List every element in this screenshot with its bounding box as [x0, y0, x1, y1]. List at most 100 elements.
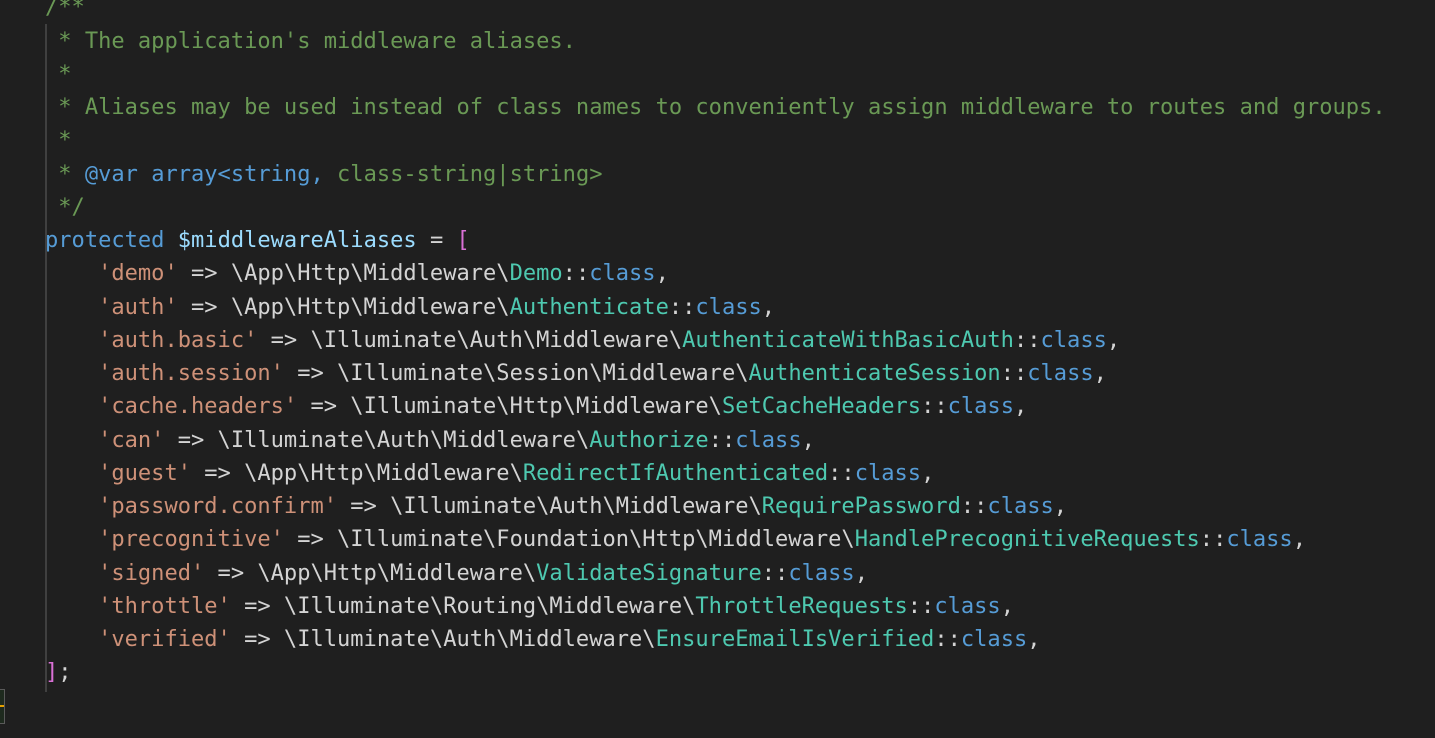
code-token-namespace: => \App\Http\Middleware\: [177, 294, 510, 320]
code-token-classname: ValidateSignature: [536, 560, 762, 586]
code-token-classname: AuthenticateSession: [748, 361, 1001, 387]
code-line[interactable]: * @var array<string, class-string|string…: [0, 158, 1435, 191]
code-token-classkw: class: [987, 494, 1054, 520]
code-line[interactable]: 'throttle' => \Illuminate\Routing\Middle…: [0, 590, 1435, 623]
code-token-plain: ::: [907, 593, 935, 619]
code-token-namespace: => \Illuminate\Session\Middleware\: [283, 361, 749, 387]
code-token-plain: ,: [1013, 394, 1028, 420]
code-token-plain: ::: [921, 394, 948, 420]
code-line[interactable]: 'signed' => \App\Http\Middleware\Validat…: [0, 557, 1435, 590]
code-token-classkw: class: [854, 460, 922, 486]
code-token-string: 'demo': [45, 261, 178, 287]
code-line[interactable]: */: [0, 191, 1435, 224]
code-token-string: 'cache.headers': [45, 394, 298, 420]
code-token-classname: ThrottleRequests: [695, 593, 908, 619]
code-token-namespace: => \App\Http\Middleware\: [191, 460, 523, 486]
code-line[interactable]: *: [0, 58, 1435, 91]
code-token-string: 'password.confirm': [45, 494, 338, 520]
code-token-plain: ,: [854, 560, 868, 586]
code-token-classname: Demo: [509, 261, 563, 287]
code-token-string: 'auth.basic': [45, 327, 258, 353]
code-line[interactable]: 'cache.headers' => \Illuminate\Http\Midd…: [0, 390, 1435, 423]
code-token-doctag: @var array<string,: [84, 161, 324, 187]
code-line[interactable]: 'guest' => \App\Http\Middleware\Redirect…: [0, 457, 1435, 490]
code-line[interactable]: 'auth.session' => \Illuminate\Session\Mi…: [0, 357, 1435, 390]
code-token-comment: * Aliases may be used instead of class n…: [45, 95, 1386, 121]
code-line[interactable]: 'precognitive' => \Illuminate\Foundation…: [0, 523, 1435, 556]
code-token-string: 'verified': [45, 627, 231, 653]
code-token-comment: *: [45, 128, 72, 154]
code-token-plain: ::: [668, 294, 696, 320]
code-token-string: 'can': [45, 427, 165, 453]
code-token-plain: ,: [761, 294, 776, 320]
code-token-classkw: class: [960, 627, 1028, 653]
code-line[interactable]: 'verified' => \Illuminate\Auth\Middlewar…: [0, 623, 1435, 656]
code-token-namespace: => \App\Http\Middleware\: [177, 261, 510, 287]
code-token-plain: ,: [1292, 527, 1306, 553]
code-token-plain: ,: [655, 261, 669, 287]
code-token-plain: ::: [761, 560, 789, 586]
code-token-classname: Authorize: [589, 427, 709, 453]
code-token-classkw: class: [788, 560, 855, 586]
code-line[interactable]: 'auth' => \App\Http\Middleware\Authentic…: [0, 291, 1435, 324]
code-token-plain: ,: [1000, 593, 1014, 619]
code-line[interactable]: 'auth.basic' => \Illuminate\Auth\Middlew…: [0, 324, 1435, 357]
code-token-string: 'throttle': [45, 593, 231, 619]
code-token-plain: ,: [1093, 361, 1107, 387]
code-token-comment: */: [45, 194, 85, 220]
code-token-classkw: class: [1226, 527, 1293, 553]
code-token-classname: EnsureEmailIsVerified: [655, 627, 935, 653]
code-token-plain: ,: [1053, 494, 1068, 520]
code-token-plain: ,: [1106, 327, 1121, 353]
code-token-classkw: class: [947, 394, 1014, 420]
code-token-classkw: class: [735, 427, 802, 453]
code-token-namespace: => \Illuminate\Auth\Middleware\: [257, 327, 683, 353]
code-token-classname: RedirectIfAuthenticated: [522, 460, 829, 486]
code-token-plain: ::: [828, 460, 855, 486]
code-line[interactable]: 'password.confirm' => \Illuminate\Auth\M…: [0, 490, 1435, 523]
code-token-namespace: => \Illuminate\Auth\Middleware\: [230, 627, 656, 653]
code-line[interactable]: /**: [0, 0, 1435, 25]
code-token-namespace: => \Illuminate\Foundation\Http\Middlewar…: [283, 527, 855, 553]
lightbulb-icon[interactable]: [0, 705, 4, 707]
code-token-plain: ::: [960, 494, 988, 520]
code-line[interactable]: 'can' => \Illuminate\Auth\Middleware\Aut…: [0, 424, 1435, 457]
code-token-plain: ::: [1000, 361, 1028, 387]
code-token-comment: * The application's middleware aliases.: [45, 28, 576, 54]
code-line[interactable]: ];: [0, 656, 1435, 689]
indent-guide: [45, 24, 47, 692]
code-line[interactable]: [0, 690, 1435, 723]
code-token-namespace: => \Illuminate\Routing\Middleware\: [230, 593, 696, 619]
code-token-comment: /**: [45, 0, 85, 21]
code-token-keyword: protected: [45, 228, 165, 254]
code-token-namespace: => \App\Http\Middleware\: [204, 560, 537, 586]
code-token-plain: ::: [1013, 327, 1041, 353]
code-token-classname: Authenticate: [509, 294, 669, 320]
code-token-plain: ::: [934, 627, 961, 653]
code-token-string: 'precognitive': [45, 527, 284, 553]
code-token-comment: *: [45, 61, 72, 87]
code-line[interactable]: * Aliases may be used instead of class n…: [0, 91, 1435, 124]
code-token-plain: ,: [1027, 627, 1041, 653]
code-token-plain: ;: [58, 660, 72, 686]
code-token-classkw: class: [695, 294, 762, 320]
code-line[interactable]: protected $middlewareAliases = [: [0, 224, 1435, 257]
code-token-string: 'guest': [45, 460, 192, 486]
code-line[interactable]: *: [0, 124, 1435, 157]
code-token-classkw: class: [1027, 361, 1094, 387]
code-token-classname: AuthenticateWithBasicAuth: [682, 327, 1014, 353]
code-token-classname: RequirePassword: [761, 494, 961, 520]
code-token-plain: ,: [921, 460, 935, 486]
code-token-namespace: => \Illuminate\Http\Middleware\: [297, 394, 722, 420]
code-line[interactable]: * The application's middleware aliases.: [0, 25, 1435, 58]
code-token-plain: ::: [562, 261, 590, 287]
code-token-plain: ::: [1199, 527, 1227, 553]
code-token-namespace: => \Illuminate\Auth\Middleware\: [164, 427, 590, 453]
code-editor[interactable]: /** * The application's middleware alias…: [0, 0, 1435, 723]
code-token-classname: HandlePrecognitiveRequests: [854, 527, 1200, 553]
code-line[interactable]: 'demo' => \App\Http\Middleware\Demo::cla…: [0, 257, 1435, 290]
code-token-bracket: [: [456, 228, 470, 254]
code-token-variable: $middlewareAliases: [177, 228, 417, 254]
code-token-plain: ,: [801, 427, 815, 453]
